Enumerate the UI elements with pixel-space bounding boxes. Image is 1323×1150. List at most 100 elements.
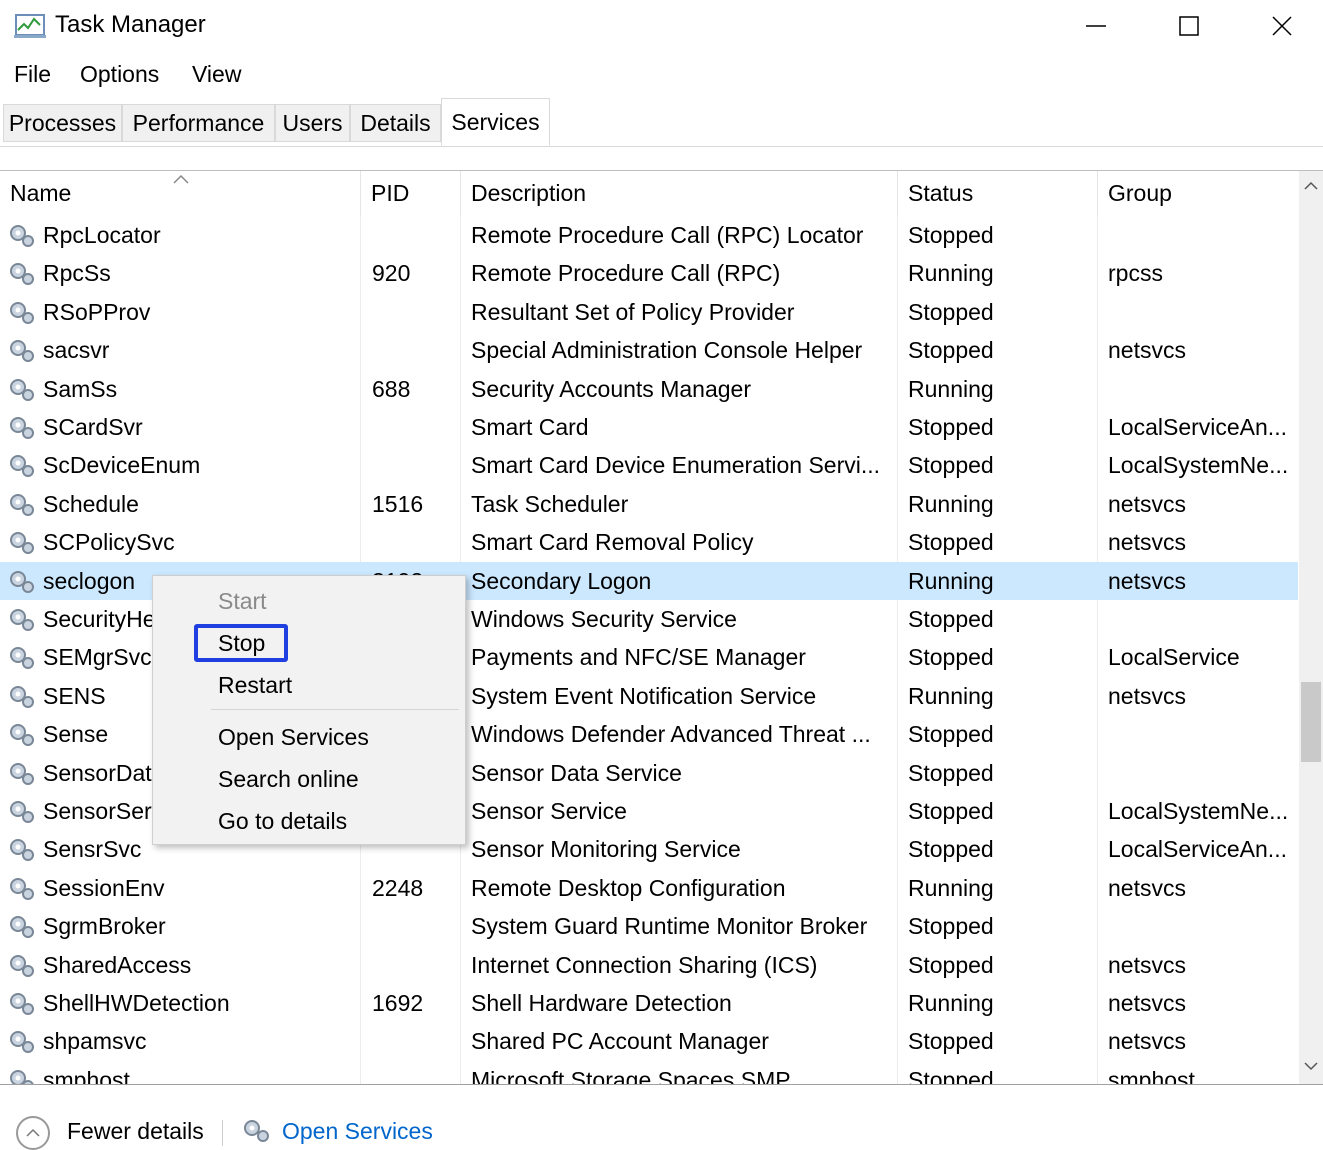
table-row[interactable]: shpamsvc Shared PC Account Manager Stopped…: [0, 1022, 1298, 1060]
window-title: Task Manager: [55, 11, 206, 38]
cell-status: Stopped: [908, 337, 994, 364]
column-header-group[interactable]: Group: [1098, 171, 1298, 216]
table-row[interactable]: RpcSs 920 Remote Procedure Call (RPC) Runni…: [0, 254, 1298, 292]
table-row[interactable]: SgrmBroker System Guard Runtime Monitor B…: [0, 907, 1298, 945]
vertical-scrollbar[interactable]: [1299, 171, 1323, 1084]
close-icon: [1272, 16, 1292, 36]
context-menu: Start Stop Restart Open Services Search …: [152, 575, 466, 845]
tab-details[interactable]: Details: [350, 104, 441, 142]
service-gear-icon: [10, 225, 34, 247]
cell-pid: [372, 1022, 457, 1060]
service-gear-icon: [10, 724, 34, 747]
menu-options[interactable]: Options: [80, 61, 159, 88]
context-menu-go-to-details[interactable]: Go to details: [218, 808, 347, 835]
service-gear-icon: [10, 801, 34, 823]
minimize-button[interactable]: [1050, 0, 1142, 52]
cell-pid: [372, 523, 457, 561]
cell-status: Stopped: [908, 529, 994, 556]
table-row[interactable]: sacsvr Special Administration Console Hel…: [0, 331, 1298, 369]
cell-name: RpcSs: [43, 260, 111, 287]
service-gear-icon: [10, 301, 34, 324]
cell-status: Stopped: [908, 836, 994, 863]
cell-description: Security Accounts Manager: [471, 375, 751, 402]
service-gear-icon: [10, 1031, 34, 1054]
cell-status: Running: [908, 375, 994, 402]
cell-group: netsvcs: [1108, 874, 1186, 901]
service-gear-icon: [10, 455, 34, 478]
tab-processes[interactable]: Processes: [3, 104, 122, 142]
scroll-down-button[interactable]: [1299, 1051, 1323, 1081]
service-gear-icon: [10, 993, 34, 1015]
context-menu-restart[interactable]: Restart: [218, 672, 292, 699]
cell-group: [1108, 293, 1296, 331]
close-button[interactable]: [1236, 0, 1323, 52]
open-services-link[interactable]: Open Services: [282, 1118, 433, 1145]
table-row[interactable]: SCPolicySvc Smart Card Removal Policy Stop…: [0, 523, 1298, 561]
scroll-thumb[interactable]: [1301, 682, 1321, 762]
cell-description: Sensor Monitoring Service: [471, 836, 741, 863]
column-header-description[interactable]: Description: [461, 171, 898, 216]
column-header-label: Name: [10, 180, 72, 206]
cell-group: [1108, 754, 1296, 792]
cell-status: Running: [908, 682, 994, 709]
cell-description: Smart Card Removal Policy: [471, 529, 754, 556]
context-menu-start[interactable]: Start: [218, 588, 267, 615]
cell-group: netsvcs: [1108, 529, 1186, 556]
tab-performance[interactable]: Performance: [122, 104, 275, 142]
menu-view[interactable]: View: [192, 61, 241, 88]
cell-group: [1108, 370, 1296, 408]
cell-name: Schedule: [43, 490, 139, 517]
table-row[interactable]: SamSs 688 Security Accounts Manager Running: [0, 370, 1298, 408]
scroll-up-button[interactable]: [1299, 171, 1323, 201]
cell-status: Stopped: [908, 222, 994, 248]
cell-status: Stopped: [908, 452, 994, 479]
cell-status: Stopped: [908, 1066, 994, 1085]
cell-description: Remote Desktop Configuration: [471, 874, 786, 901]
cell-description: Windows Security Service: [471, 606, 737, 632]
table-row[interactable]: SharedAccess Internet Connection Sharing …: [0, 946, 1298, 984]
cell-description: Microsoft Storage Spaces SMP: [471, 1066, 791, 1085]
cell-group: netsvcs: [1108, 1028, 1186, 1055]
tab-users[interactable]: Users: [275, 104, 350, 142]
footer-divider: [222, 1120, 223, 1146]
table-row[interactable]: RpcLocator Remote Procedure Call (RPC) Lo…: [0, 216, 1298, 254]
maximize-button[interactable]: [1143, 0, 1235, 52]
menu-file[interactable]: File: [14, 61, 51, 88]
tab-services[interactable]: Services: [441, 98, 550, 146]
cell-status: Stopped: [908, 759, 994, 786]
context-menu-search-online[interactable]: Search online: [218, 766, 359, 793]
table-row[interactable]: SessionEnv 2248 Remote Desktop Configurati…: [0, 869, 1298, 907]
cell-group: netsvcs: [1108, 490, 1186, 517]
cell-description: Secondary Logon: [471, 567, 652, 594]
table-row[interactable]: SCardSvr Smart Card Stopped LocalServiceAn.…: [0, 408, 1298, 446]
service-gear-icon: [10, 685, 34, 708]
column-header-status[interactable]: Status: [898, 171, 1098, 216]
cell-description: Remote Procedure Call (RPC): [471, 260, 781, 287]
cell-pid: [372, 408, 457, 446]
table-row[interactable]: ShellHWDetection 1692 Shell Hardware Detec…: [0, 984, 1298, 1022]
context-menu-stop[interactable]: Stop: [218, 630, 265, 657]
cell-pid: [372, 1061, 457, 1084]
fewer-details-toggle[interactable]: [16, 1116, 50, 1150]
cell-name: SharedAccess: [43, 951, 192, 978]
cell-pid: [372, 907, 457, 945]
fewer-details-link[interactable]: Fewer details: [67, 1118, 204, 1145]
cell-pid: [372, 293, 457, 331]
column-header-name[interactable]: Name: [0, 171, 361, 216]
table-row[interactable]: smphost Microsoft Storage Spaces SMP Stopp…: [0, 1061, 1298, 1085]
cell-description: Internet Connection Sharing (ICS): [471, 951, 818, 978]
table-row[interactable]: Schedule 1516 Task Scheduler Running netsvcs: [0, 485, 1298, 523]
service-gear-icon: [10, 916, 34, 939]
cell-name: SamSs: [43, 375, 118, 402]
service-gear-icon: [10, 417, 34, 439]
cell-group: LocalServiceAn...: [1108, 414, 1287, 440]
table-row[interactable]: RSoPProv Resultant Set of Policy Provider…: [0, 293, 1298, 331]
service-gear-icon: [10, 762, 34, 785]
cell-group: netsvcs: [1108, 567, 1186, 594]
cell-group: netsvcs: [1108, 951, 1186, 978]
context-menu-open-services[interactable]: Open Services: [218, 724, 369, 751]
table-row[interactable]: ScDeviceEnum Smart Card Device Enumeratio…: [0, 446, 1298, 484]
column-header-pid[interactable]: PID: [361, 171, 461, 216]
cell-pid: 1516: [372, 490, 424, 517]
cell-group: LocalService: [1108, 644, 1240, 671]
